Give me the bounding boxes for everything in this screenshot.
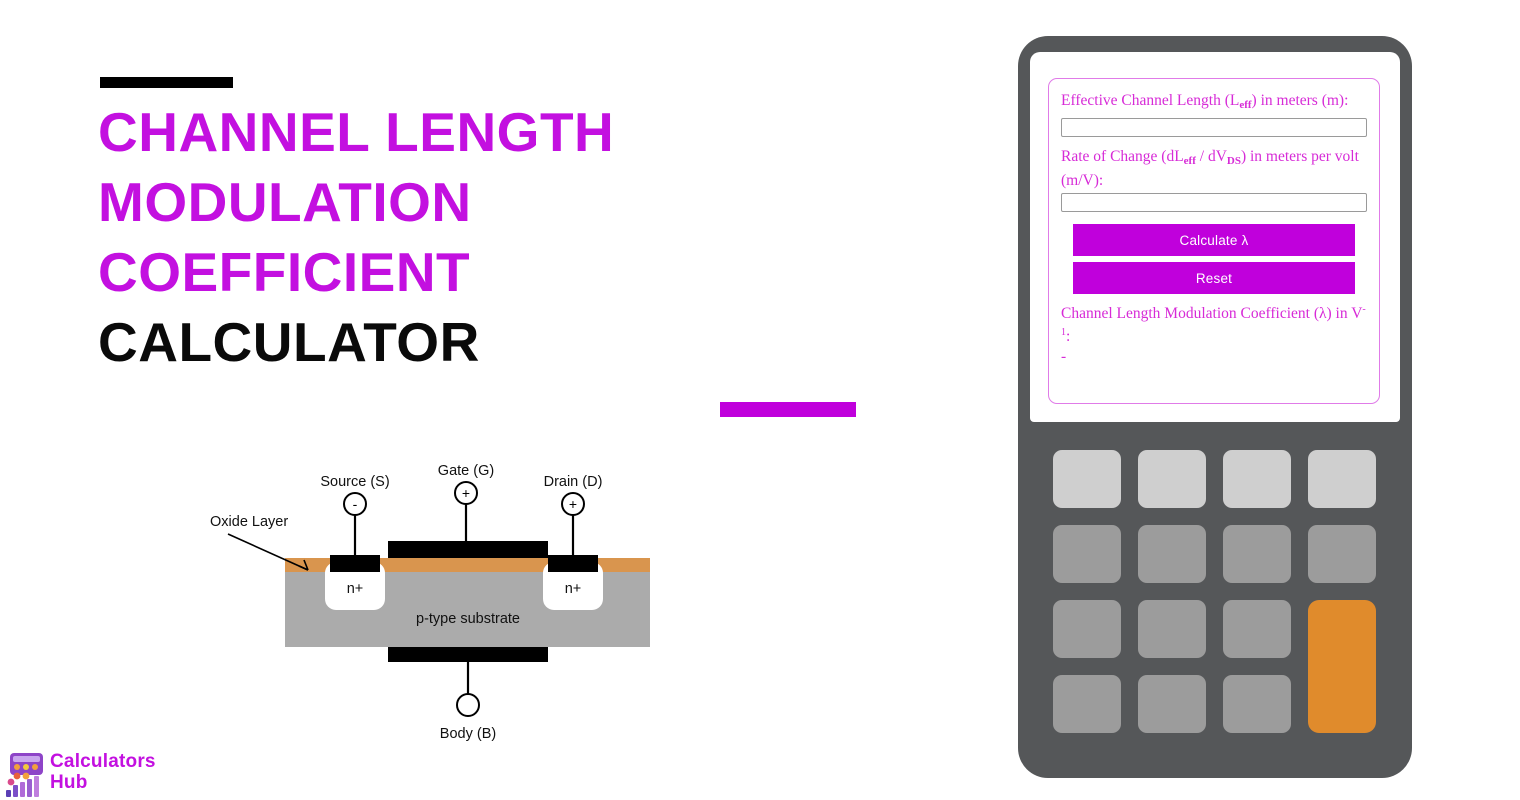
field1-label-post: ) in meters (m): <box>1251 92 1349 109</box>
reset-button[interactable]: Reset <box>1073 262 1355 294</box>
substrate-label: p-type substrate <box>416 611 520 627</box>
page-root: CHANNEL LENGTH MODULATION COEFFICIENT CA… <box>0 0 1520 800</box>
field2-label-sub1: eff <box>1183 155 1196 167</box>
keypad-key-accent[interactable] <box>1308 600 1376 733</box>
keypad-key[interactable] <box>1053 600 1121 658</box>
field1-label-sub: eff <box>1239 99 1252 111</box>
oxide-pointer-arrow <box>227 533 309 571</box>
keypad-key[interactable] <box>1138 450 1206 508</box>
title-top-rule <box>100 77 233 88</box>
mosfet-diagram: - + + Source (S) Gate (G) Drain (D) Body… <box>190 450 690 750</box>
result-label-pre: Channel Length Modulation Coefficient (λ… <box>1061 305 1363 323</box>
gate-label: Gate (G) <box>438 463 494 479</box>
keypad-key[interactable] <box>1053 450 1121 508</box>
keypad-key[interactable] <box>1308 525 1376 583</box>
effective-channel-length-input[interactable] <box>1061 118 1367 137</box>
nplus-right-label: n+ <box>565 581 582 597</box>
page-title-line-1: CHANNEL LENGTH <box>98 101 615 163</box>
logo-wordmark: Calculators Hub <box>50 751 156 793</box>
keypad-key[interactable] <box>1138 600 1206 658</box>
logo-text-line-1: Calculators <box>50 751 156 772</box>
drain-label: Drain (D) <box>544 474 603 490</box>
field2-label-p1: Rate of Change (dL <box>1061 148 1184 165</box>
page-title-line-3: COEFFICIENT <box>98 241 471 303</box>
body-electrode <box>388 647 548 662</box>
calculator-bars-icon <box>4 752 48 798</box>
source-label: Source (S) <box>320 474 389 490</box>
calculator-keypad <box>1053 450 1377 746</box>
gate-sign-label: + <box>462 485 470 501</box>
calculator-form-card: Effective Channel Length (Leff) in meter… <box>1048 78 1380 404</box>
field2-label-p2: / dV <box>1195 148 1227 165</box>
effective-channel-length-label: Effective Channel Length (Leff) in meter… <box>1061 91 1367 115</box>
result-label: Channel Length Modulation Coefficient (λ… <box>1061 300 1367 346</box>
form-spacer <box>1061 137 1367 147</box>
page-title-line-2: MODULATION <box>98 171 472 233</box>
calculate-button[interactable]: Calculate λ <box>1073 224 1355 256</box>
oxide-layer-label: Oxide Layer <box>210 514 288 530</box>
source-sign-label: - <box>353 496 358 512</box>
nplus-left-label: n+ <box>347 581 364 597</box>
keypad-key[interactable] <box>1223 450 1291 508</box>
result-label-post: : <box>1066 328 1071 346</box>
page-title: CHANNEL LENGTH MODULATION COEFFICIENT CA… <box>98 97 758 377</box>
keypad-key[interactable] <box>1138 525 1206 583</box>
drain-electrode <box>548 555 598 572</box>
source-electrode <box>330 555 380 572</box>
keypad-key[interactable] <box>1223 600 1291 658</box>
drain-sign-label: + <box>569 496 577 512</box>
rate-of-change-input[interactable] <box>1061 193 1367 212</box>
body-label: Body (B) <box>440 726 496 742</box>
gate-electrode <box>388 541 548 558</box>
result-value: - <box>1061 348 1067 366</box>
title-accent-rule <box>720 402 856 417</box>
logo-text-line-2: Hub <box>50 772 88 793</box>
keypad-key[interactable] <box>1138 675 1206 733</box>
keypad-key[interactable] <box>1053 675 1121 733</box>
site-logo[interactable]: Calculators Hub <box>4 751 219 798</box>
keypad-key[interactable] <box>1053 525 1121 583</box>
rate-of-change-label: Rate of Change (dLeff / dVDS) in meters … <box>1061 147 1367 190</box>
page-title-line-4: CALCULATOR <box>98 311 480 373</box>
field1-label-pre: Effective Channel Length (L <box>1061 92 1240 109</box>
keypad-key[interactable] <box>1308 450 1376 508</box>
field2-label-sub2: DS <box>1226 155 1241 167</box>
body-terminal-circle <box>456 693 480 717</box>
keypad-key[interactable] <box>1223 675 1291 733</box>
keypad-key[interactable] <box>1223 525 1291 583</box>
